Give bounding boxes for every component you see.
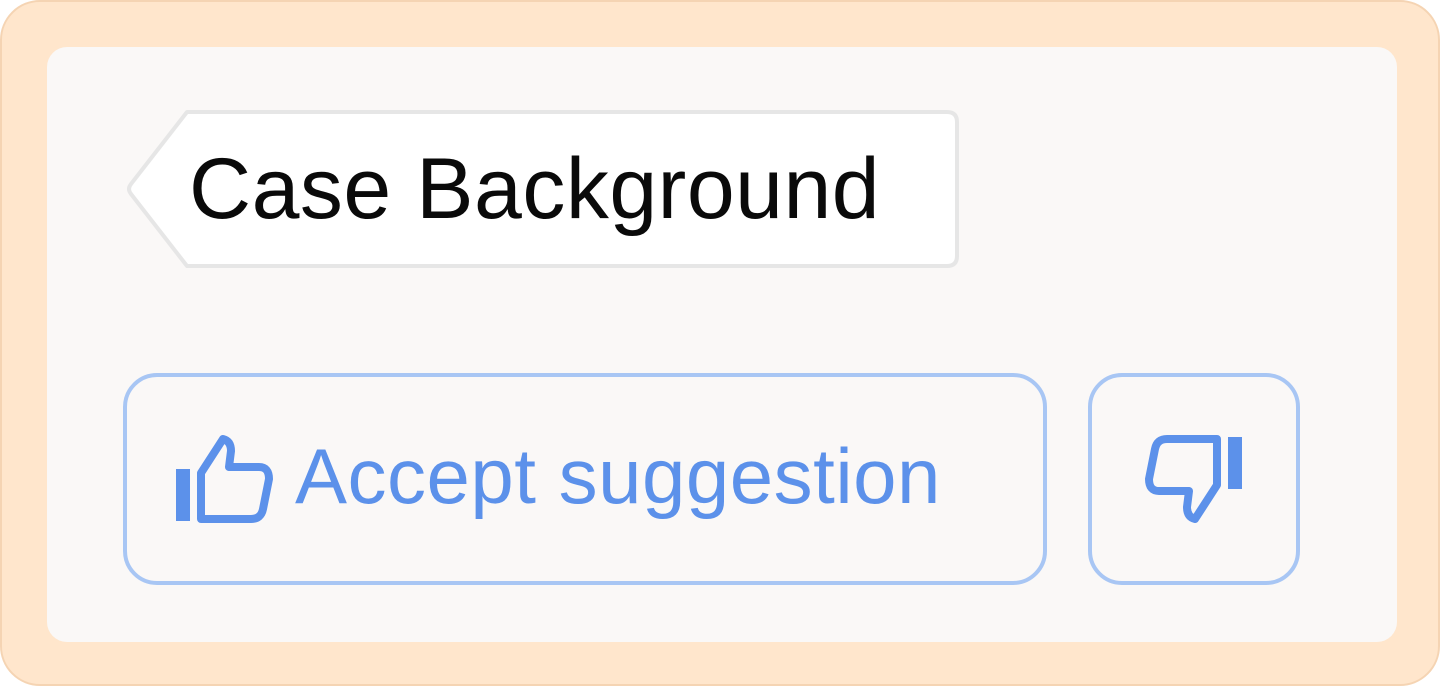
thumbs-up-icon — [173, 433, 275, 525]
accept-suggestion-button[interactable]: Accept suggestion — [123, 373, 1047, 585]
accept-suggestion-label: Accept suggestion — [295, 432, 941, 520]
suggestion-card: Case Background Accept suggestion — [47, 47, 1397, 642]
thumbs-down-icon — [1143, 433, 1245, 525]
tag-label: Case Background — [189, 141, 881, 237]
outer-frame: Case Background Accept suggestion — [0, 0, 1440, 686]
reject-suggestion-button[interactable] — [1088, 373, 1300, 585]
section-tag: Case Background — [125, 110, 959, 268]
